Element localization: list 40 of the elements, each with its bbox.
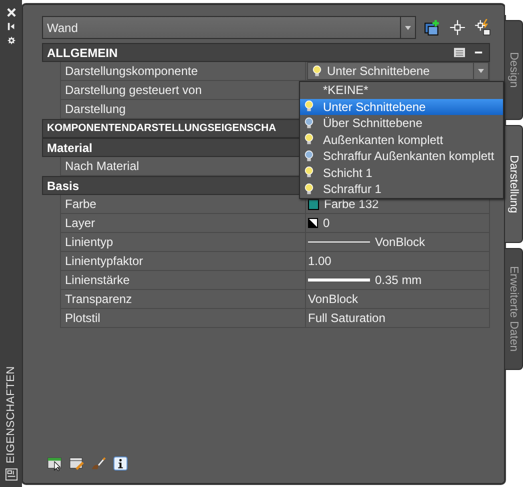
color-swatch	[308, 198, 319, 210]
section-header[interactable]: ALLGEMEIN	[42, 43, 490, 62]
property-label: Linientypfaktor	[61, 252, 306, 270]
property-label: Linientyp	[61, 233, 306, 251]
property-value: 0.35 mm	[375, 273, 422, 287]
info-icon[interactable]	[113, 456, 128, 471]
close-icon[interactable]	[6, 8, 16, 17]
list-item[interactable]: Unter Schnittebene	[300, 98, 503, 115]
select-objects-icon[interactable]	[47, 456, 62, 471]
list-icon[interactable]	[453, 47, 466, 58]
layer-icon	[308, 218, 318, 228]
caret-icon	[478, 69, 484, 73]
property-label: Darstellungskomponente	[61, 62, 306, 80]
object-type-dropdown[interactable]: Wand	[42, 16, 416, 39]
brush-icon[interactable]	[91, 456, 106, 471]
property-value: 1.00	[308, 254, 332, 268]
side-tab[interactable]: Darstellung	[505, 125, 523, 243]
line-sample-icon	[308, 240, 370, 244]
palette-title: EIGENSCHAFTEN	[5, 366, 17, 463]
caret-icon	[405, 26, 411, 30]
pin-icon[interactable]	[6, 22, 16, 31]
property-value: VonBlock	[308, 292, 358, 306]
pickadd-icon[interactable]	[474, 19, 491, 36]
side-tab[interactable]: Erweiterte Daten	[505, 248, 523, 370]
side-tab[interactable]: Design	[505, 20, 523, 120]
property-value: 0	[323, 216, 330, 230]
property-label: Transparenz	[61, 290, 306, 308]
crosshair-icon[interactable]	[449, 19, 466, 36]
property-label: Plotstil	[61, 309, 306, 327]
property-value: Full Saturation	[308, 311, 386, 325]
property-value: Farbe 132	[324, 197, 379, 211]
edit-icon[interactable]	[69, 456, 84, 471]
properties-icon[interactable]	[4, 468, 18, 481]
property-dropdown[interactable]: Unter Schnittebene	[307, 62, 489, 80]
line-sample-icon	[308, 278, 370, 282]
quick-select-icon[interactable]	[424, 19, 441, 36]
property-value: VonBlock	[375, 235, 426, 249]
property-label: Layer	[61, 214, 306, 232]
property-label: Linienstärke	[61, 271, 306, 289]
settings-icon[interactable]	[6, 36, 16, 45]
